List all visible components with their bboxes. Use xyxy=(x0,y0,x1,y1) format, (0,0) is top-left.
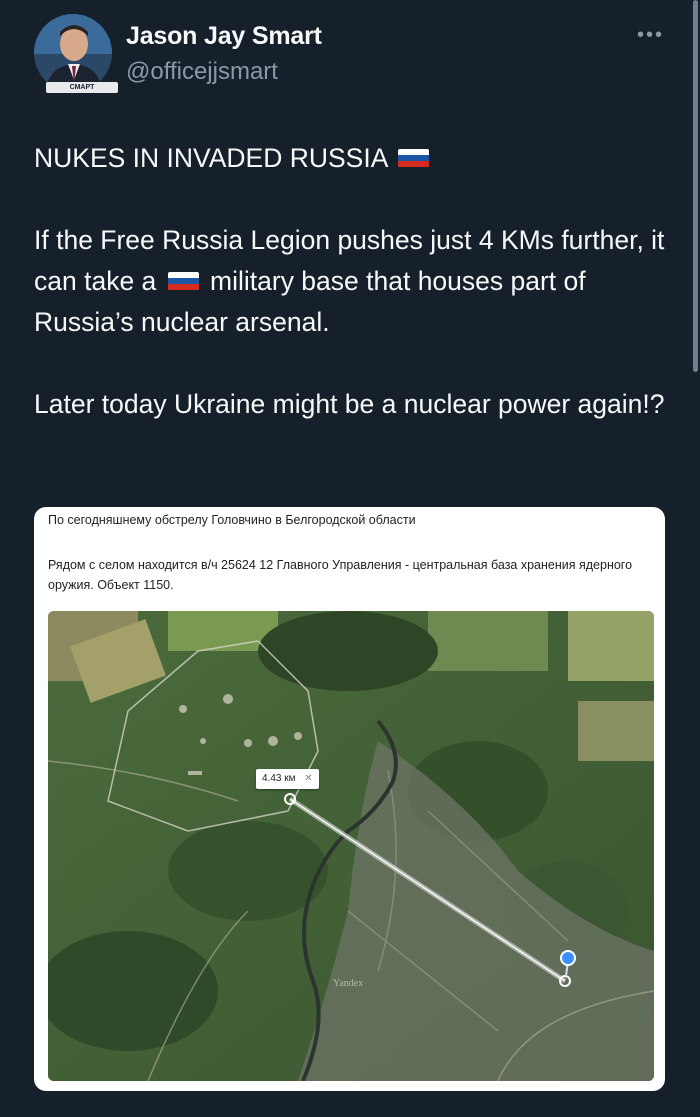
tweet-header: СМАРТ Jason Jay Smart @officejjsmart ••• xyxy=(34,14,674,94)
russia-flag-icon xyxy=(398,148,430,168)
tweet-paragraph-3: Later today Ukraine might be a nuclear p… xyxy=(34,389,665,419)
tweet-line-headline: NUKES IN INVADED RUSSIA xyxy=(34,138,674,179)
distance-value: 4.43 км xyxy=(262,773,296,784)
distance-label[interactable]: 4.43 км ✕ xyxy=(256,769,319,789)
avatar-badge: СМАРТ xyxy=(46,82,118,93)
tweet-text: NUKES IN INVADED RUSSIA If the Free Russ… xyxy=(34,138,674,425)
author-handle[interactable]: @officejjsmart xyxy=(126,58,278,86)
embedded-image-card[interactable]: По сегодняшнему обстрелу Головчино в Бел… xyxy=(34,507,665,1091)
embed-title: По сегодняшнему обстрелу Головчино в Бел… xyxy=(48,513,416,527)
scrollbar[interactable] xyxy=(693,0,698,372)
more-options-icon[interactable]: ••• xyxy=(637,24,664,47)
avatar[interactable] xyxy=(34,14,112,92)
author-name[interactable]: Jason Jay Smart xyxy=(126,22,322,51)
satellite-map[interactable]: Yandex 4.43 км ✕ xyxy=(48,611,654,1081)
close-icon[interactable]: ✕ xyxy=(304,773,312,784)
headline-text: NUKES IN INVADED RUSSIA xyxy=(34,143,387,173)
embed-description: Рядом с селом находится в/ч 25624 12 Гла… xyxy=(48,558,633,592)
map-watermark: Yandex xyxy=(333,978,363,989)
russia-flag-icon xyxy=(167,271,199,291)
map-graphic: Yandex xyxy=(48,611,654,1081)
tweet-paragraph-2: If the Free Russia Legion pushes just 4 … xyxy=(34,220,674,343)
